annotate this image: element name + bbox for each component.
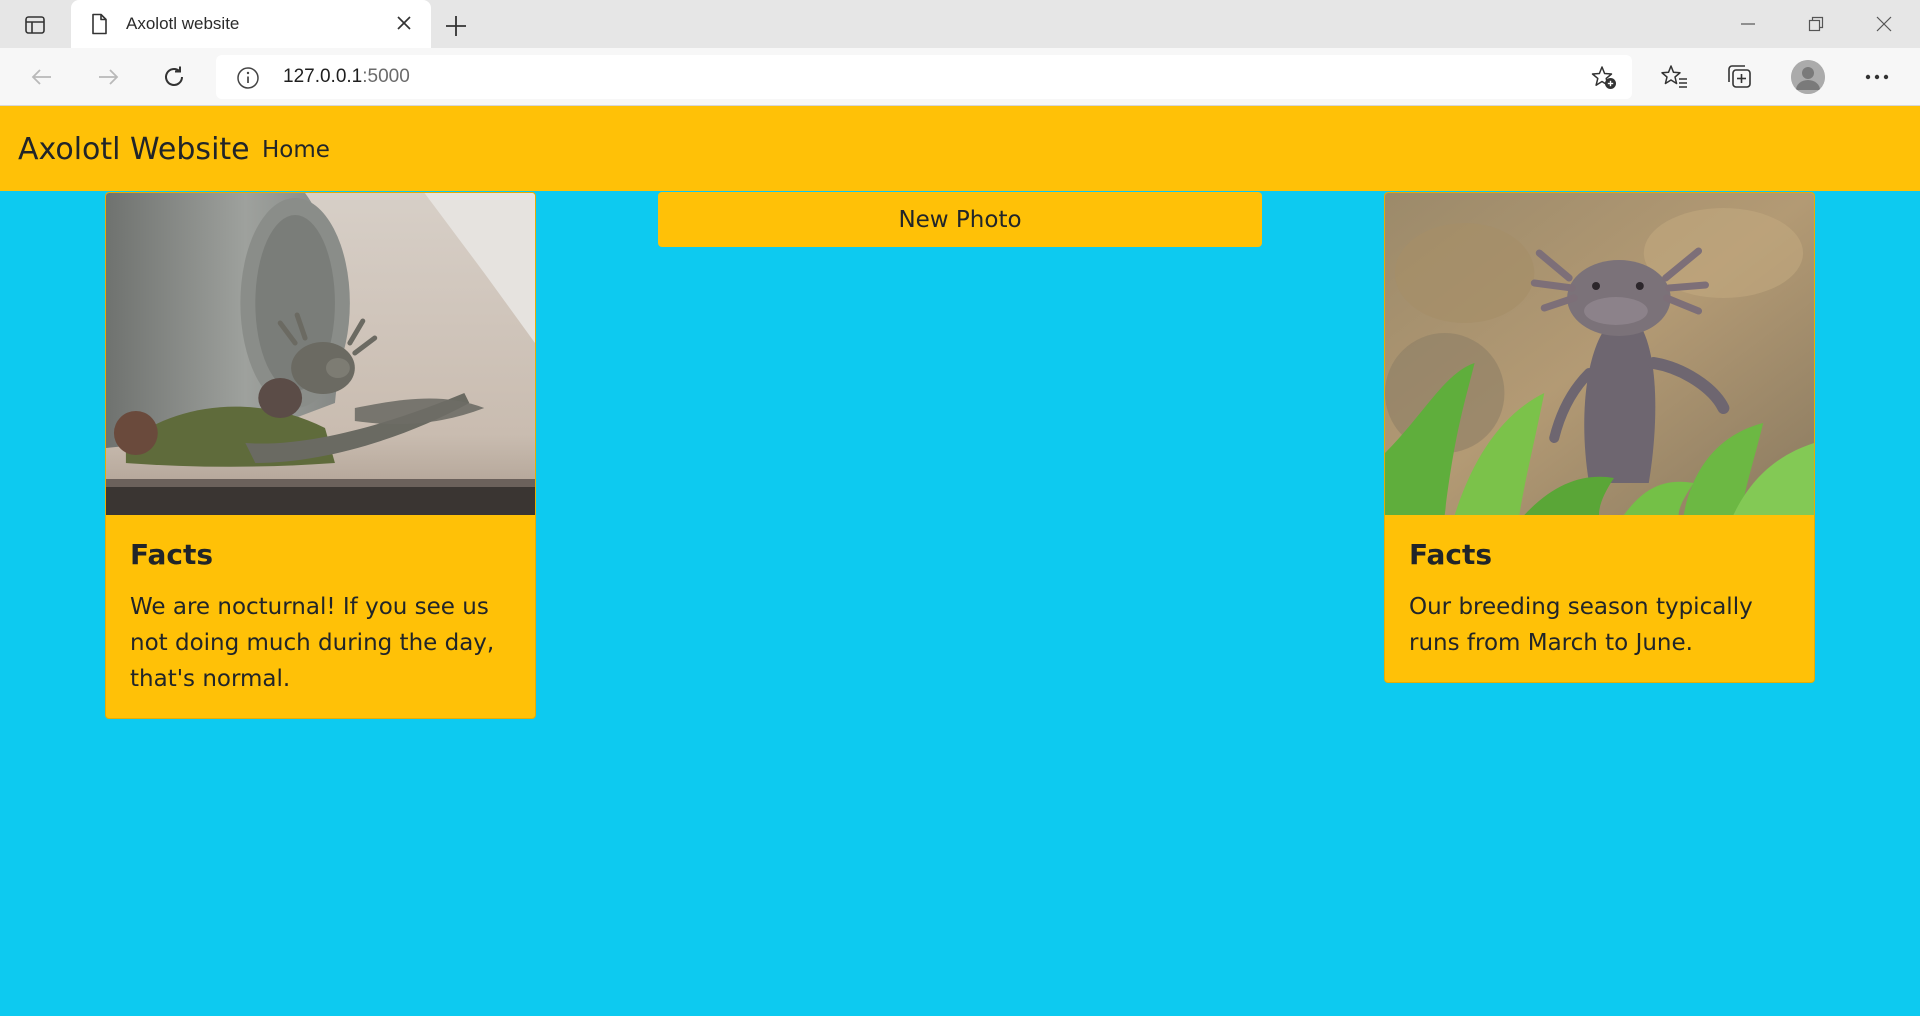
close-tab-icon[interactable] — [395, 14, 413, 32]
new-tab-button[interactable] — [442, 12, 470, 40]
tab-actions-icon — [25, 16, 45, 34]
card-title: Facts — [1409, 538, 1493, 571]
tab-actions-button[interactable] — [10, 10, 60, 40]
forward-button[interactable] — [92, 61, 124, 93]
card-text: Our breeding season typically runs from … — [1409, 594, 1753, 656]
profile-icon — [1791, 60, 1825, 94]
collections-icon — [1728, 65, 1751, 88]
url-port: :5000 — [362, 66, 410, 87]
axolotl-photo — [106, 193, 535, 515]
card-text: We are nocturnal! If you see us not doin… — [130, 594, 495, 692]
favorites-button[interactable] — [1658, 61, 1690, 93]
refresh-button[interactable] — [158, 61, 190, 93]
site-navbar: Axolotl Website Home — [0, 106, 1920, 191]
refresh-icon — [165, 66, 183, 86]
browser-tab-strip: Axolotl website — [0, 0, 1920, 48]
page-icon — [92, 13, 107, 35]
navbar-brand[interactable]: Axolotl Website — [18, 132, 250, 167]
axolotl-photo — [1385, 193, 1814, 515]
plus-icon — [446, 16, 466, 36]
collections-button[interactable] — [1724, 61, 1756, 93]
browser-toolbar: 127.0.0.1:5000 — [0, 48, 1920, 106]
fact-card: Facts Our breeding season typically runs… — [1384, 192, 1815, 683]
minimize-window-button[interactable] — [1726, 10, 1770, 38]
restore-window-button[interactable] — [1794, 10, 1838, 38]
settings-menu-button[interactable] — [1861, 61, 1893, 93]
nav-link-home[interactable]: Home — [262, 137, 330, 163]
more-options-icon — [1865, 74, 1889, 80]
close-window-button[interactable] — [1862, 10, 1906, 38]
favorites-icon — [1661, 65, 1687, 88]
fact-card: Facts We are nocturnal! If you see us no… — [105, 192, 536, 719]
close-window-icon — [1876, 16, 1892, 32]
new-photo-button[interactable]: New Photo — [658, 192, 1262, 247]
back-button[interactable] — [26, 61, 58, 93]
add-to-favorites-icon[interactable] — [1590, 65, 1618, 91]
back-arrow-icon — [31, 69, 51, 85]
browser-tab-active[interactable]: Axolotl website — [71, 0, 431, 48]
restore-icon — [1808, 16, 1824, 32]
forward-arrow-icon — [99, 69, 119, 85]
tab-title: Axolotl website — [126, 14, 240, 33]
url-text: 127.0.0.1:5000 — [283, 66, 410, 88]
minimize-icon — [1741, 23, 1755, 25]
card-title: Facts — [130, 538, 214, 571]
profile-avatar[interactable] — [1791, 60, 1825, 94]
url-host: 127.0.0.1 — [283, 66, 363, 87]
site-info-icon[interactable] — [236, 66, 260, 90]
address-bar[interactable]: 127.0.0.1:5000 — [216, 55, 1632, 99]
